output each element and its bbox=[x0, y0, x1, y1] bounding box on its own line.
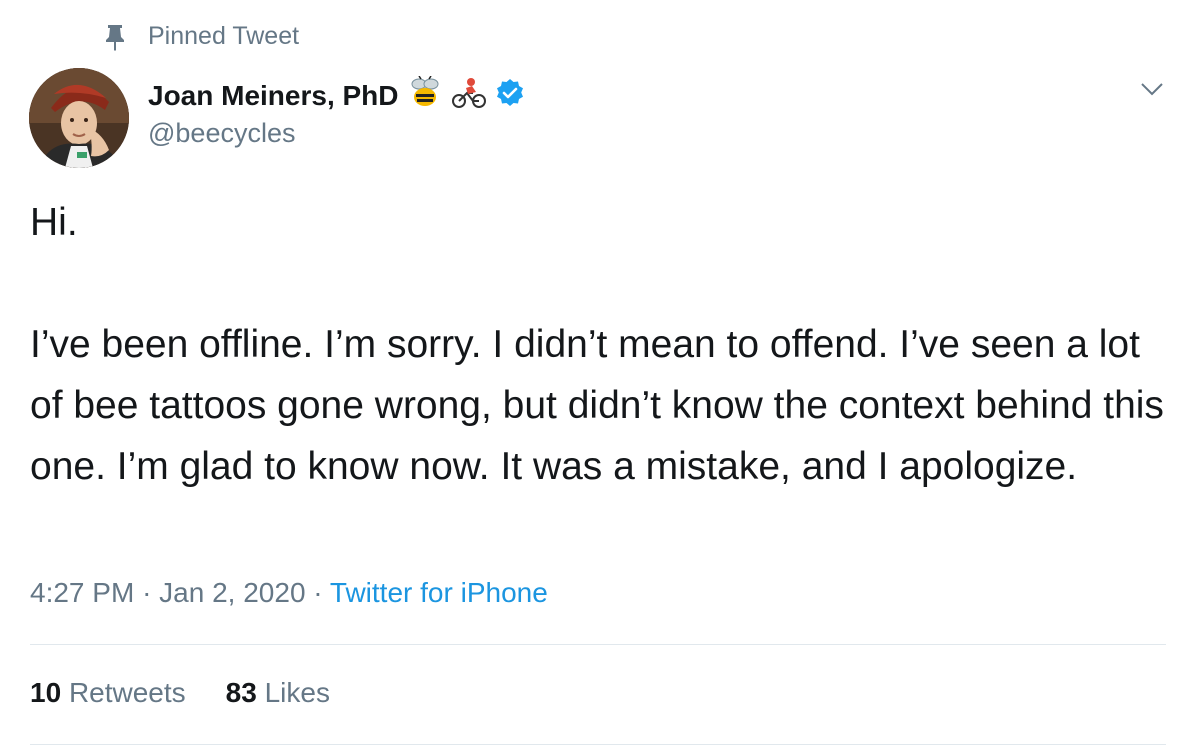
likes-stat[interactable]: 83 Likes bbox=[226, 677, 330, 709]
bee-emoji bbox=[407, 75, 443, 115]
display-name[interactable]: Joan Meiners, PhD bbox=[148, 80, 399, 112]
tweet-time[interactable]: 4:27 PM bbox=[30, 577, 134, 608]
tweet-source-link[interactable]: Twitter for iPhone bbox=[330, 577, 548, 608]
divider bbox=[30, 644, 1166, 645]
retweets-stat[interactable]: 10 Retweets bbox=[30, 677, 186, 709]
retweets-count: 10 bbox=[30, 677, 62, 708]
tweet-date[interactable]: Jan 2, 2020 bbox=[159, 577, 305, 608]
divider bbox=[30, 744, 1166, 745]
verified-badge-icon bbox=[495, 78, 525, 113]
meta-separator: · bbox=[313, 577, 323, 608]
pinned-tweet-indicator: Pinned Tweet bbox=[104, 22, 299, 51]
likes-count: 83 bbox=[225, 677, 257, 708]
tweet-stats: 10 Retweets 83 Likes bbox=[30, 677, 330, 709]
tweet-text: Hi. I’ve been offline. I’m sorry. I didn… bbox=[30, 201, 1164, 488]
pinned-label: Pinned Tweet bbox=[148, 22, 300, 50]
meta-separator: · bbox=[142, 577, 152, 608]
author-name-row[interactable]: Joan Meiners, PhD bbox=[148, 75, 525, 115]
retweets-label: Retweets bbox=[68, 677, 186, 708]
chevron-down-icon[interactable] bbox=[1139, 80, 1165, 98]
avatar[interactable] bbox=[29, 68, 129, 168]
likes-label: Likes bbox=[264, 677, 330, 708]
tweet-meta: 4:27 PM · Jan 2, 2020 · Twitter for iPho… bbox=[30, 577, 548, 609]
cyclist-emoji bbox=[451, 76, 487, 115]
user-handle[interactable]: @beecycles bbox=[148, 118, 295, 149]
pin-icon bbox=[104, 23, 126, 51]
